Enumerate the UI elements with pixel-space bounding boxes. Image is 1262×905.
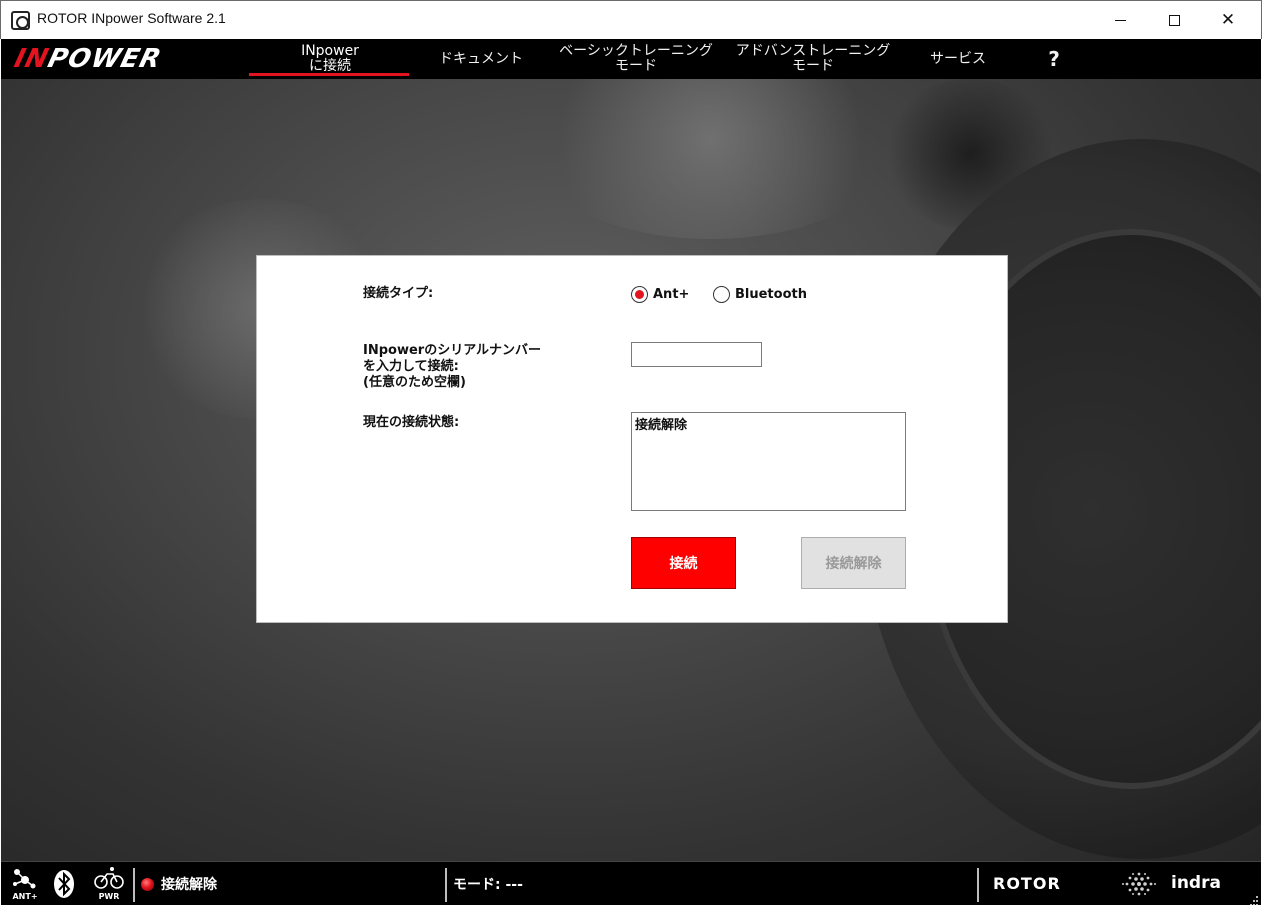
connection-status-box: 接続解除 xyxy=(631,412,906,511)
window-titlebar: ROTOR INpower Software 2.1 ✕ xyxy=(0,0,1262,39)
maximize-button[interactable] xyxy=(1147,1,1201,40)
ant-plus-icon: ANT+ xyxy=(7,866,43,902)
serial-number-label: INpowerのシリアルナンバー を入力して接続: (任意のため空欄) xyxy=(363,343,542,390)
bluetooth-glyph xyxy=(54,870,74,898)
mode-status-text: モード: --- xyxy=(453,877,523,893)
radio-bluetooth-label: Bluetooth xyxy=(735,287,807,302)
disconnect-button[interactable]: 接続解除 xyxy=(801,537,906,589)
minimize-icon xyxy=(1114,20,1126,21)
connection-led-icon xyxy=(141,878,154,891)
rotor-logo: ROTOR xyxy=(993,874,1061,893)
power-meter-icon: PWR xyxy=(93,866,125,902)
ant-plus-glyph xyxy=(13,869,36,889)
nav-basic-training-mode[interactable]: ベーシックトレーニング モード xyxy=(556,39,716,79)
nav-service[interactable]: サービス xyxy=(913,39,1003,79)
serial-number-input[interactable] xyxy=(631,342,762,367)
bicycle-glyph xyxy=(94,867,124,889)
status-divider xyxy=(977,868,979,902)
indra-logo-icon xyxy=(1119,870,1159,898)
nav-documents[interactable]: ドキュメント xyxy=(421,39,541,79)
ant-plus-label: ANT+ xyxy=(12,892,38,901)
bluetooth-icon xyxy=(51,868,77,900)
radio-bluetooth[interactable]: Bluetooth xyxy=(713,286,807,303)
inpower-logo: INPOWER xyxy=(11,44,241,74)
radio-selected-icon xyxy=(631,286,648,303)
minimize-button[interactable] xyxy=(1093,1,1147,40)
nav-advanced-training-mode[interactable]: アドバンストレーニング モード xyxy=(733,39,893,79)
active-tab-indicator xyxy=(249,73,409,76)
nav-help[interactable]: ? xyxy=(1031,39,1077,79)
connection-panel: 接続タイプ: Ant+ Bluetooth INpowerのシリアルナンバー を… xyxy=(256,255,1008,623)
radio-ant-plus-label: Ant+ xyxy=(653,287,690,302)
status-bar: ANT+ PWR 接続解除 モード: --- ROTOR indra xyxy=(1,861,1261,905)
radio-unselected-icon xyxy=(713,286,730,303)
connection-status-text: 接続解除 xyxy=(161,877,217,893)
current-status-label: 現在の接続状態: xyxy=(363,415,460,430)
indra-logo: indra xyxy=(1171,873,1221,893)
indra-dots-glyph xyxy=(1122,872,1156,896)
window-title: ROTOR INpower Software 2.1 xyxy=(37,10,226,26)
background-highlight xyxy=(521,79,901,239)
resize-grip-glyph xyxy=(1250,896,1258,905)
main-nav-bar: INPOWER INpower に接続 ドキュメント ベーシックトレーニング モ… xyxy=(1,39,1261,79)
status-divider xyxy=(133,868,135,902)
status-divider xyxy=(445,868,447,902)
logo-text: INPOWER xyxy=(11,44,165,74)
radio-ant-plus[interactable]: Ant+ xyxy=(631,286,689,303)
app-icon xyxy=(11,11,30,30)
resize-grip-icon[interactable] xyxy=(1245,892,1259,905)
pwr-label: PWR xyxy=(98,892,120,901)
close-icon: ✕ xyxy=(1220,10,1236,30)
connection-type-label: 接続タイプ: xyxy=(363,286,434,301)
maximize-icon xyxy=(1168,15,1180,26)
close-button[interactable]: ✕ xyxy=(1201,1,1255,40)
connect-button[interactable]: 接続 xyxy=(631,537,736,589)
logo-power: POWER xyxy=(44,44,165,74)
